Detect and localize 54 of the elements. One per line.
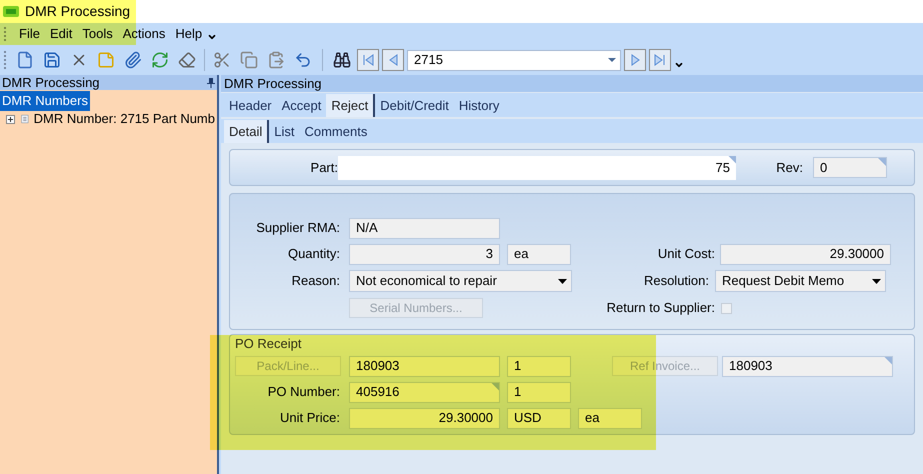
field-label: Rev: <box>775 158 803 177</box>
tab[interactable]: Accept <box>276 94 326 117</box>
unit-cost-field[interactable]: 29.30000 <box>720 244 891 264</box>
dropdown-arrow-icon <box>872 278 881 284</box>
app-icon <box>3 6 19 17</box>
panel-title: DMR Processing <box>2 76 100 89</box>
field-label: PO Number: <box>266 383 340 402</box>
field-label: Resolution: <box>642 272 709 290</box>
expand-icon[interactable] <box>6 114 15 124</box>
pin-icon[interactable] <box>207 78 215 88</box>
dropdown-arrow-icon <box>608 58 616 62</box>
overflow-caret-icon[interactable] <box>207 32 218 42</box>
part-field[interactable]: 75 <box>338 156 736 180</box>
overflow-caret-icon[interactable] <box>674 60 684 70</box>
reason-select[interactable]: Not economical to repair <box>349 270 572 292</box>
dropdown-arrow-icon <box>558 278 567 284</box>
menu-item[interactable]: File <box>14 24 45 44</box>
field-label: Unit Cost: <box>656 245 715 264</box>
menu-item[interactable]: Edit <box>44 24 78 44</box>
previous-record-button[interactable] <box>382 49 404 71</box>
po-line-field[interactable]: 1 <box>507 382 571 402</box>
currency-field[interactable]: USD <box>507 408 571 428</box>
menu-item[interactable]: Tools <box>77 24 118 44</box>
tree-item[interactable]: DMR Number: 2715 Part Numb <box>32 109 217 129</box>
next-record-button[interactable] <box>624 49 646 71</box>
tab[interactable]: Comments <box>299 120 372 143</box>
window-title: DMR Processing <box>25 2 130 21</box>
tab[interactable]: Debit/Credit <box>375 94 454 117</box>
unit-price-field[interactable]: 29.30000 <box>349 408 500 428</box>
tab[interactable]: Detail <box>224 120 270 143</box>
tab[interactable]: History <box>454 94 504 117</box>
quantity-field[interactable]: 3 <box>349 244 500 264</box>
panel-title: DMR Processing <box>224 74 322 93</box>
record-field[interactable]: 2715 <box>407 50 621 70</box>
unit-field[interactable]: ea <box>507 244 571 264</box>
rev-field[interactable]: 0 <box>813 157 887 178</box>
group-title: PO Receipt <box>235 336 302 351</box>
field-label: Part: <box>310 158 338 177</box>
tab[interactable]: Reject <box>326 94 376 117</box>
resolution-select[interactable]: Request Debit Memo <box>715 270 886 292</box>
menu-item[interactable]: Help <box>170 24 208 44</box>
supplier-rma-field[interactable]: N/A <box>349 218 500 238</box>
tab[interactable]: Header <box>224 94 277 117</box>
field-label: Unit Price: <box>279 409 340 428</box>
field-label: Reason: <box>290 272 340 290</box>
field-label: Supplier RMA: <box>255 219 340 238</box>
tab[interactable]: List <box>269 120 300 143</box>
tree-item[interactable]: DMR Numbers <box>0 91 90 111</box>
field-label: Quantity: <box>286 245 340 264</box>
field-label: Return to Supplier: <box>606 299 715 318</box>
po-number-field[interactable]: 405916 <box>349 382 500 402</box>
triangle-icon <box>361 53 375 67</box>
triangle-icon <box>653 53 667 67</box>
price-unit-field[interactable]: ea <box>578 408 642 428</box>
